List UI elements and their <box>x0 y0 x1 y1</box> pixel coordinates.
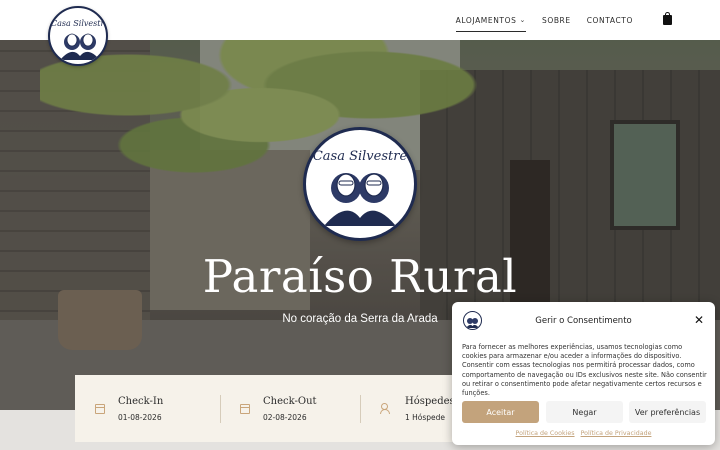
divider <box>220 395 221 423</box>
checkin-field[interactable]: Check-In 01-08-2026 <box>95 375 163 442</box>
nav-item-label: SOBRE <box>541 15 571 25</box>
nav-item-label: ALOJAMENTOS <box>455 15 517 25</box>
chevron-down-icon: ⌄ <box>519 16 526 24</box>
deny-button[interactable]: Negar <box>546 401 623 423</box>
site-header: Casa Silvestre ALOJAMENTOS ⌄ SOBRE CONTA… <box>0 0 720 66</box>
checkout-label: Check-Out <box>263 395 317 407</box>
guests-label: Hóspedes <box>405 395 455 407</box>
hero-logo: Casa Silvestre <box>303 127 417 241</box>
user-icon <box>380 403 392 414</box>
checkin-value: 01-08-2026 <box>118 412 162 422</box>
cookie-links: Política de Cookies Política de Privacid… <box>452 430 715 437</box>
checkin-label: Check-In <box>118 395 164 407</box>
hero-title: Paraíso Rural <box>202 250 518 303</box>
nav-item-contacto[interactable]: CONTACTO <box>579 16 641 25</box>
guests-value: 1 Hóspede <box>405 412 446 422</box>
nav-item-alojamentos[interactable]: ALOJAMENTOS ⌄ <box>448 15 534 32</box>
booking-bar: Check-In 01-08-2026 Check-Out 02-08-2026… <box>75 375 475 442</box>
close-icon[interactable]: ✕ <box>693 314 705 326</box>
guests-field[interactable]: Hóspedes 1 Hóspede <box>380 375 455 442</box>
divider <box>360 395 361 423</box>
privacy-policy-link[interactable]: Política de Privacidade <box>581 430 652 437</box>
calendar-icon <box>95 403 105 414</box>
shopping-bag-icon[interactable] <box>663 12 672 25</box>
main-nav: ALOJAMENTOS ⌄ SOBRE CONTACTO <box>448 0 672 40</box>
checkout-field[interactable]: Check-Out 02-08-2026 <box>240 375 317 442</box>
preferences-button[interactable]: Ver preferências <box>629 401 706 423</box>
cookie-title: Gerir o Consentimento <box>535 316 632 326</box>
accept-button[interactable]: Aceitar <box>462 401 539 423</box>
nav-item-sobre[interactable]: SOBRE <box>534 16 579 25</box>
svg-text:Casa Silvestre: Casa Silvestre <box>51 19 108 28</box>
svg-text:Casa Silvestre: Casa Silvestre <box>313 149 408 164</box>
nav-item-label: CONTACTO <box>586 15 633 25</box>
site-logo[interactable]: Casa Silvestre <box>48 6 108 66</box>
cookie-consent-dialog: Gerir o Consentimento ✕ Para fornecer as… <box>452 302 715 445</box>
checkout-value: 02-08-2026 <box>263 412 307 422</box>
calendar-icon <box>240 403 250 414</box>
cookie-policy-link[interactable]: Política de Cookies <box>516 430 575 437</box>
cookie-text: Para fornecer as melhores experiências, … <box>462 343 707 398</box>
